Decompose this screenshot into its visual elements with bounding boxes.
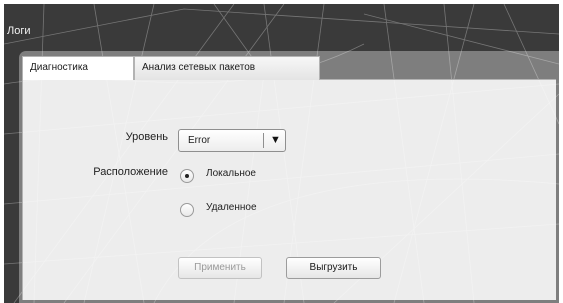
- level-select-value: Error: [188, 135, 211, 146]
- radio-dot-icon: [185, 174, 189, 178]
- radio-remote-label[interactable]: Удаленное: [206, 202, 257, 213]
- apply-button[interactable]: Применить: [178, 257, 262, 279]
- window-title: Логи: [7, 25, 31, 37]
- radio-local[interactable]: [180, 169, 194, 183]
- level-select[interactable]: Error ▼: [178, 129, 286, 152]
- select-divider: [263, 133, 264, 148]
- triangle-down-icon[interactable]: ▼: [270, 133, 281, 148]
- location-label: Расположение: [93, 166, 168, 178]
- tab-diagnostics[interactable]: Диагностика: [22, 56, 134, 80]
- level-label: Уровень: [125, 131, 168, 143]
- radio-remote[interactable]: [180, 203, 194, 217]
- radio-local-label[interactable]: Локальное: [206, 168, 256, 179]
- tab-packet-analysis[interactable]: Анализ сетевых пакетов: [134, 56, 320, 80]
- export-button[interactable]: Выгрузить: [286, 257, 381, 279]
